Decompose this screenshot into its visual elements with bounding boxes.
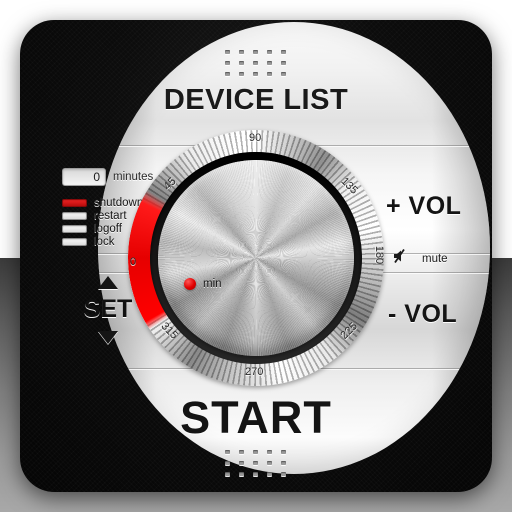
grille-dot xyxy=(281,450,286,454)
grille-dot xyxy=(253,61,258,65)
grille-dot xyxy=(225,461,230,465)
speaker-mute-icon xyxy=(392,248,410,269)
grille-dot xyxy=(239,72,244,76)
speaker-grille-icon-top xyxy=(225,50,295,83)
grille-dot xyxy=(267,472,272,476)
speaker-grille-icon-bottom xyxy=(225,450,295,483)
grille-dot xyxy=(253,472,258,476)
volume-down-button[interactable]: - VOL xyxy=(388,300,457,329)
grille-dot xyxy=(267,461,272,465)
grille-dot xyxy=(239,61,244,65)
grille-dot xyxy=(239,450,244,454)
mute-label: mute xyxy=(422,252,448,265)
option-indicator-logoff xyxy=(62,224,87,233)
start-button[interactable]: START xyxy=(0,392,512,444)
min-indicator: min xyxy=(184,278,222,290)
device-remote-app: DEVICE LIST START 0 minutes shutdown res… xyxy=(0,0,512,512)
grille-dot xyxy=(253,72,258,76)
grille-dot xyxy=(267,450,272,454)
grille-dot xyxy=(253,450,258,454)
option-indicator-lock xyxy=(62,237,87,246)
volume-up-button[interactable]: + VOL xyxy=(386,192,461,221)
red-dot-icon xyxy=(184,278,196,290)
grille-dot xyxy=(253,461,258,465)
knob-sheen xyxy=(158,160,354,356)
rotary-dial[interactable]: min xyxy=(128,130,384,386)
triangle-down-icon[interactable] xyxy=(98,331,118,344)
min-label: min xyxy=(203,278,222,290)
grille-dot xyxy=(225,50,230,54)
option-indicator-restart xyxy=(62,211,87,220)
dial-tick-0: 0 xyxy=(130,256,137,268)
grille-dot xyxy=(281,72,286,76)
grille-dot xyxy=(239,472,244,476)
grille-dot xyxy=(239,50,244,54)
dial-tick-270: 270 xyxy=(245,366,264,378)
option-label-logoff: logoff xyxy=(94,222,122,235)
grille-dot xyxy=(281,50,286,54)
grille-dot xyxy=(225,450,230,454)
grille-dot xyxy=(267,72,272,76)
grille-dot xyxy=(225,472,230,476)
grille-dot xyxy=(239,461,244,465)
grille-dot xyxy=(281,61,286,65)
grille-dot xyxy=(225,61,230,65)
grille-dot xyxy=(253,50,258,54)
dial-tick-90: 90 xyxy=(249,132,262,144)
mute-button[interactable]: mute xyxy=(392,248,448,269)
grille-dot xyxy=(267,61,272,65)
device-list-button[interactable]: DEVICE LIST xyxy=(0,84,512,117)
option-label-lock: lock xyxy=(94,235,115,248)
dial-knob[interactable]: min xyxy=(158,160,354,356)
option-indicator-shutdown xyxy=(62,198,87,207)
option-label-restart: restart xyxy=(94,209,127,222)
grille-dot xyxy=(281,472,286,476)
grille-dot xyxy=(225,72,230,76)
dial-tick-180: 180 xyxy=(373,245,386,265)
triangle-up-icon[interactable] xyxy=(98,276,118,289)
minutes-input[interactable]: 0 xyxy=(62,168,106,186)
grille-dot xyxy=(267,50,272,54)
grille-dot xyxy=(281,461,286,465)
